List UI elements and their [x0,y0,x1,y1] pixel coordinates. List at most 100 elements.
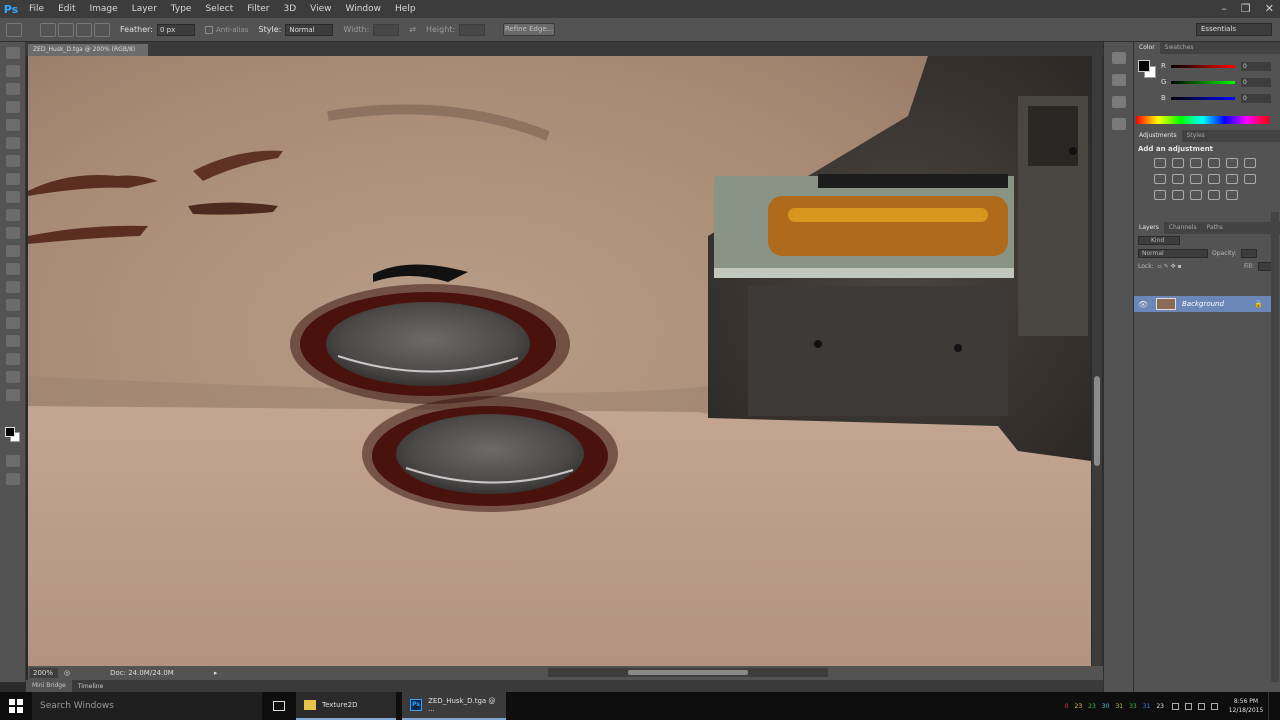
horizontal-scrollbar[interactable] [548,668,828,677]
red-slider[interactable] [1171,64,1235,68]
vertical-scrollbar[interactable] [1092,56,1102,666]
height-input[interactable] [459,23,486,36]
style-select[interactable]: Normal [285,23,334,36]
vibrance-icon[interactable] [1226,158,1238,168]
dodge-tool-icon[interactable] [5,281,20,293]
tab-channels[interactable]: Channels [1164,222,1202,234]
eye-icon[interactable]: 👁 [1138,300,1150,309]
blend-mode-select[interactable]: Normal [1138,249,1208,258]
menu-select[interactable]: Select [198,4,240,14]
add-selection-icon[interactable] [58,22,74,37]
gradient-map-icon[interactable] [1226,190,1238,200]
intersect-selection-icon[interactable] [94,22,110,37]
gradient-triangle-icon[interactable] [1244,158,1256,168]
menu-view[interactable]: View [303,4,338,14]
threshold-icon[interactable] [1190,190,1202,200]
status-menu-arrow-icon[interactable]: ▸ [214,669,218,677]
menu-3d[interactable]: 3D [277,4,304,14]
zoom-tool-icon[interactable] [5,389,20,401]
shape-tool-icon[interactable] [5,353,20,365]
properties-icon[interactable] [1111,74,1126,86]
feather-input[interactable]: 0 px [156,23,195,36]
color-lookup-icon[interactable] [1244,174,1256,184]
move-tool-icon[interactable] [5,47,20,59]
taskbar-photoshop-button[interactable]: Ps ZED_Husk_D.tga @ ... [402,692,506,720]
marquee-tool-preset-icon[interactable] [6,22,22,37]
invert-icon[interactable] [1154,190,1166,200]
width-input[interactable] [373,23,400,36]
restore-button[interactable]: ❐ [1241,2,1251,15]
swap-icon[interactable]: ⇄ [409,25,416,34]
antialias-checkbox[interactable]: Anti-alias [204,25,249,34]
volume-icon[interactable] [1198,702,1205,710]
tab-styles[interactable]: Styles [1182,130,1210,142]
tab-swatches[interactable]: Swatches [1160,42,1199,54]
tab-layers[interactable]: Layers [1134,222,1164,234]
opacity-input[interactable] [1240,249,1257,258]
status-info-icon[interactable]: ◎ [64,669,70,677]
history-brush-tool-icon[interactable] [5,209,20,221]
photo-filter-icon[interactable] [1208,174,1220,184]
blue-slider-row[interactable]: B 0 [1161,92,1276,104]
menu-window[interactable]: Window [339,4,389,14]
eraser-tool-icon[interactable] [5,227,20,239]
gradient-tool-icon[interactable] [5,245,20,257]
new-selection-icon[interactable] [40,22,56,37]
posterize-icon[interactable] [1172,190,1184,200]
menu-type[interactable]: Type [164,4,199,14]
document-tab[interactable]: ZED_Husk_D.tga @ 200% (RGB/8) [28,44,148,56]
marquee-tool-icon[interactable] [5,65,20,77]
tab-timeline[interactable]: Timeline [72,683,110,690]
screen-mode-icon[interactable] [6,473,20,485]
tab-color[interactable]: Color [1134,42,1160,54]
crop-tool-icon[interactable] [5,119,20,131]
paragraph-icon[interactable] [1111,118,1126,130]
canvas[interactable] [28,56,1091,666]
hand-tool-icon[interactable] [5,371,20,383]
tab-paths[interactable]: Paths [1202,222,1228,234]
foreground-color-swatch[interactable] [5,427,15,437]
refine-edge-button[interactable]: Refine Edge... [503,23,556,36]
task-view-button[interactable] [262,692,296,720]
curves-icon[interactable] [1190,158,1202,168]
menu-edit[interactable]: Edit [51,4,82,14]
vertical-scroll-thumb[interactable] [1094,376,1100,466]
type-tool-icon[interactable] [5,317,20,329]
color-balance-icon[interactable] [1172,174,1184,184]
taskbar-explorer-button[interactable]: Texture2D [296,692,396,720]
panel-foreground-swatch[interactable] [1138,60,1150,72]
blur-tool-icon[interactable] [5,263,20,275]
black-white-icon[interactable] [1190,174,1202,184]
menu-filter[interactable]: Filter [240,4,276,14]
subtract-selection-icon[interactable] [76,22,92,37]
show-hidden-icons-icon[interactable] [1172,702,1179,710]
taskbar-clock[interactable]: 8:56 PM 12/18/2015 [1224,697,1268,715]
eyedropper-tool-icon[interactable] [5,137,20,149]
horizontal-scroll-thumb[interactable] [628,670,748,675]
quick-select-tool-icon[interactable] [5,101,20,113]
menu-layer[interactable]: Layer [125,4,164,14]
clone-stamp-tool-icon[interactable] [5,191,20,203]
path-select-tool-icon[interactable] [5,335,20,347]
history-icon[interactable] [1111,52,1126,64]
tab-adjustments[interactable]: Adjustments [1134,130,1182,142]
hue-saturation-icon[interactable] [1154,174,1166,184]
network-icon[interactable] [1185,702,1192,710]
pen-tool-icon[interactable] [5,299,20,311]
color-spectrum-bar[interactable] [1136,116,1269,124]
show-desktop-button[interactable] [1268,692,1280,720]
windows-start-button[interactable] [0,692,32,720]
character-icon[interactable] [1111,96,1126,108]
menu-help[interactable]: Help [388,4,423,14]
brightness-icon[interactable] [1154,158,1166,168]
taskbar-search-input[interactable]: Search Windows [32,692,262,720]
close-button[interactable]: ✕ [1265,2,1274,15]
channel-mixer-icon[interactable] [1226,174,1238,184]
minimize-button[interactable]: – [1221,2,1227,15]
lasso-tool-icon[interactable] [5,83,20,95]
keyboard-icon[interactable] [1211,702,1218,710]
layer-background[interactable]: 👁 Background 🔒 [1134,296,1271,312]
red-value-input[interactable]: 0 [1241,61,1271,71]
green-slider-row[interactable]: G 0 [1161,76,1276,88]
blue-slider[interactable] [1171,96,1235,100]
